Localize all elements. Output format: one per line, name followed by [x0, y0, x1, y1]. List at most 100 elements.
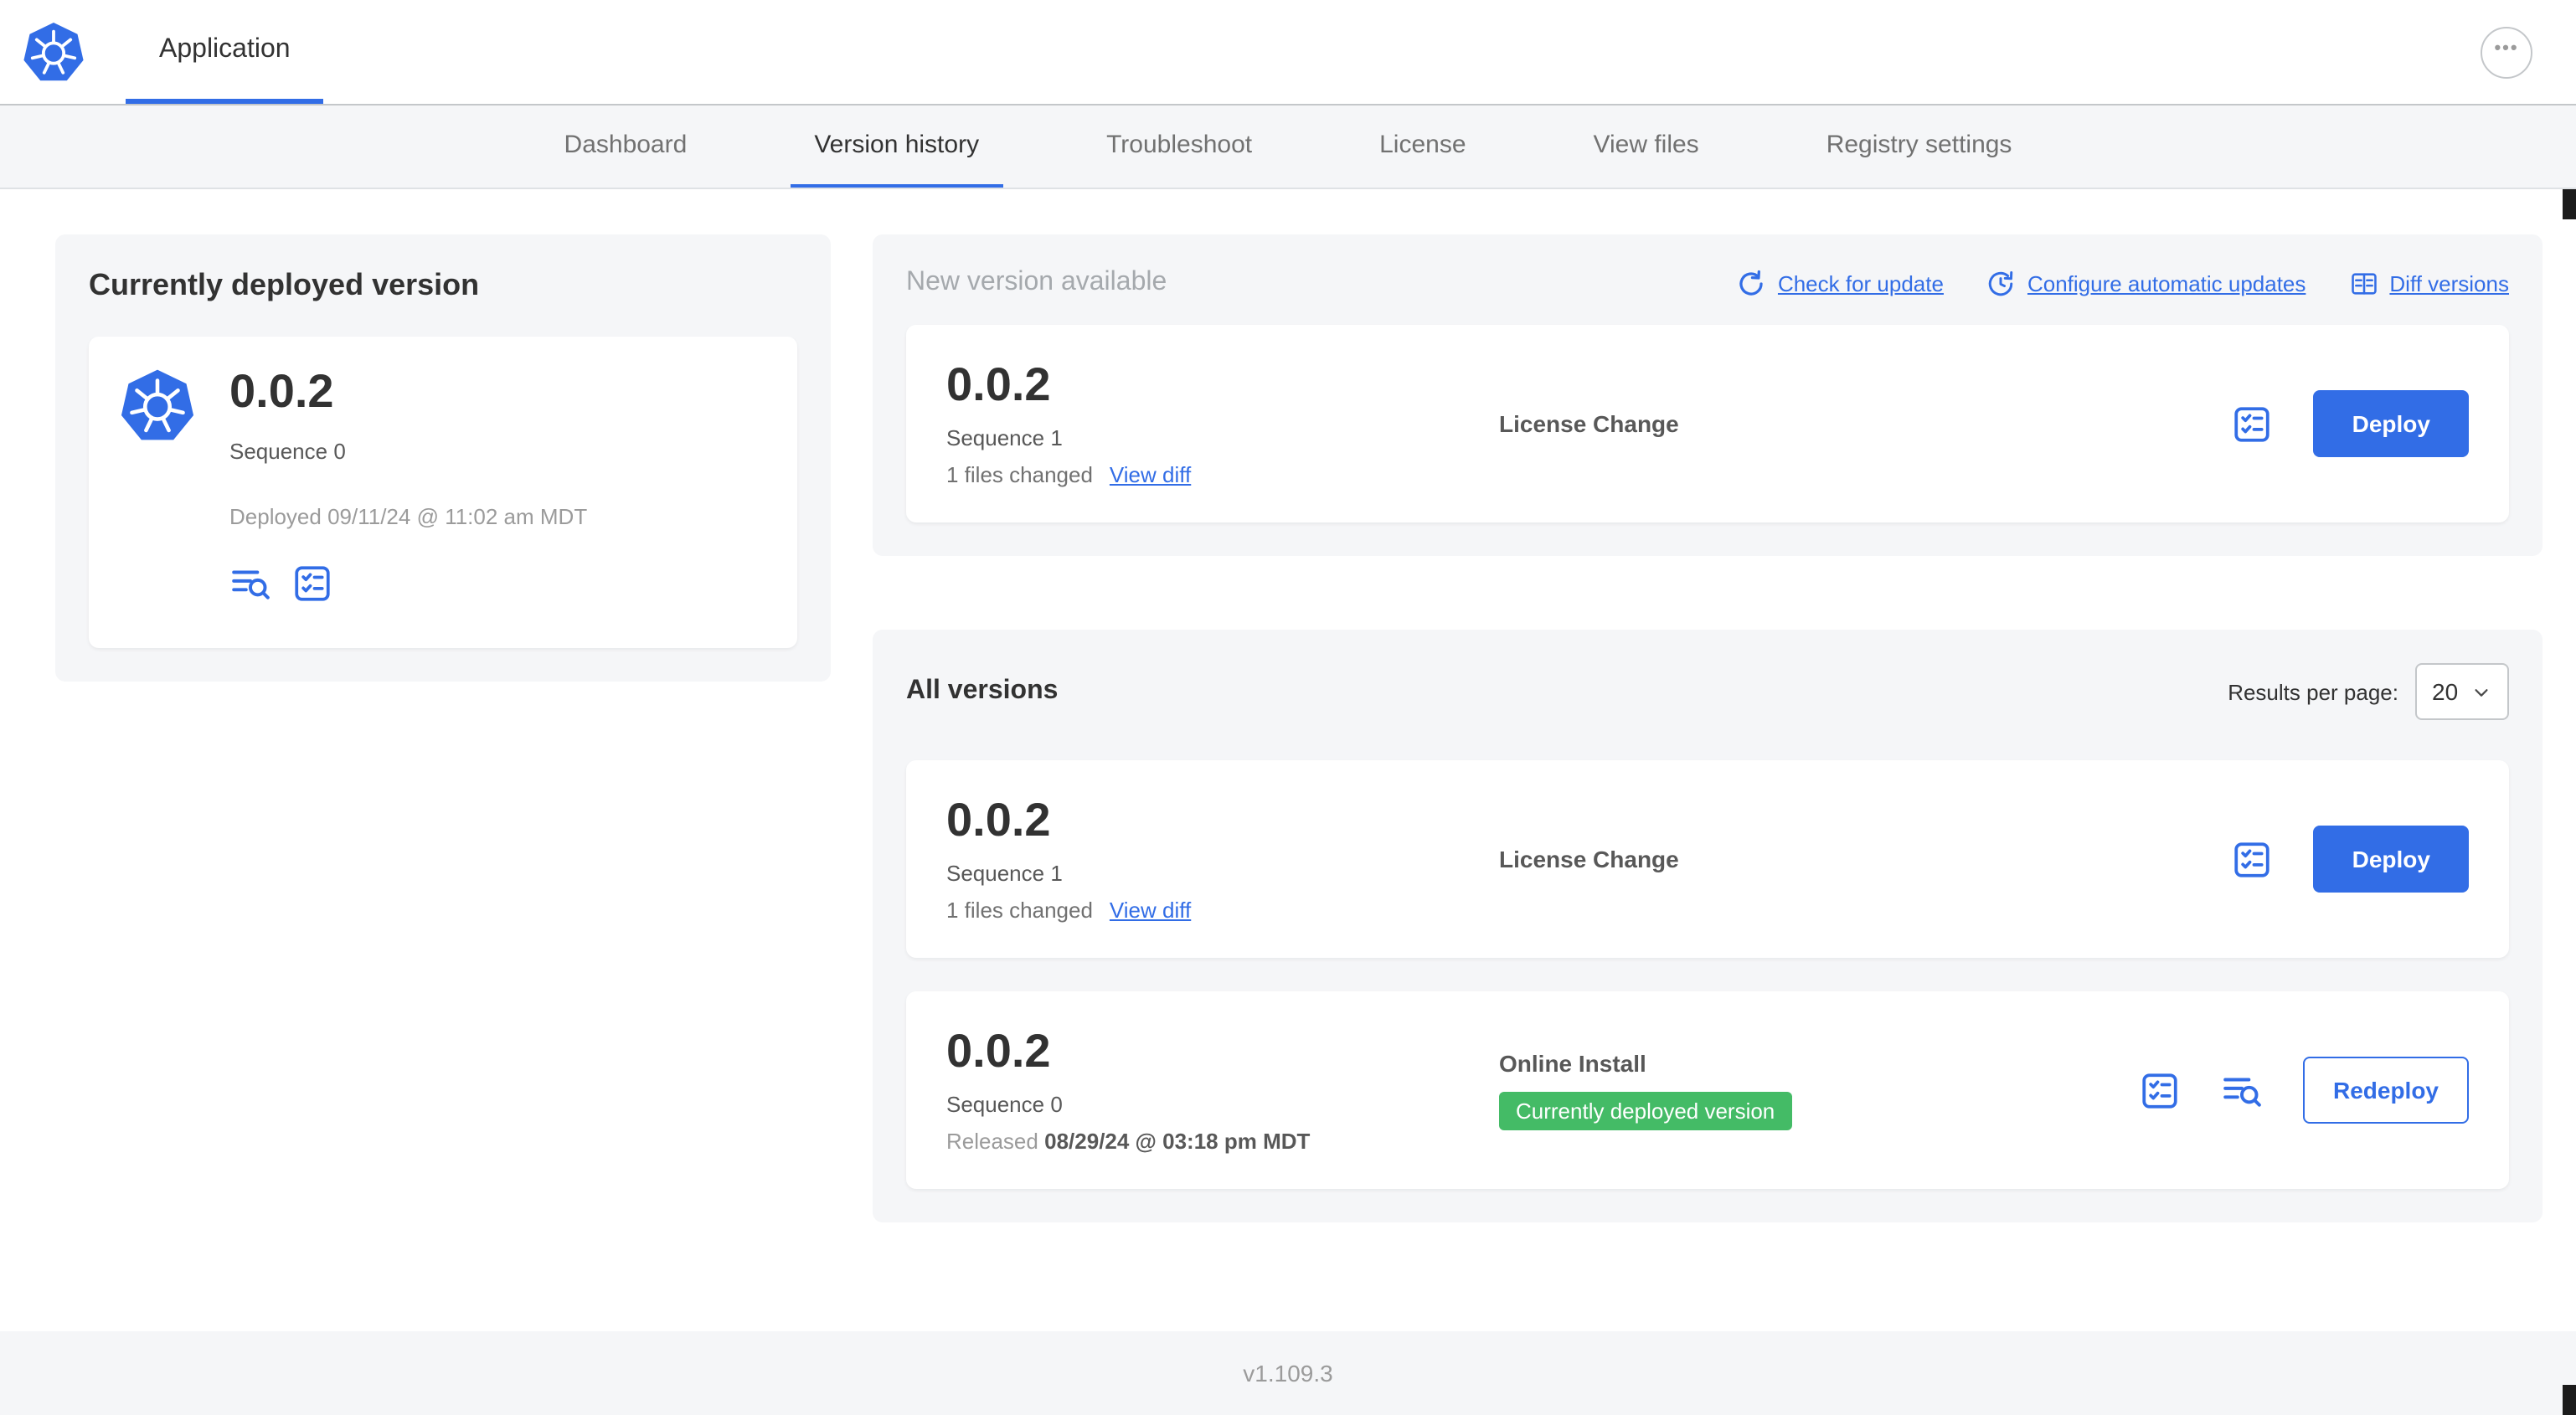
tab-label: License: [1379, 131, 1466, 159]
results-per-page-label: Results per page:: [2228, 679, 2398, 704]
scrollbar-thumb[interactable]: [2563, 1385, 2576, 1415]
version-actions: Deploy: [2232, 826, 2469, 893]
configure-automatic-updates-link[interactable]: Configure automatic updates: [1987, 269, 2306, 297]
right-column: New version available Check for update C…: [873, 234, 2543, 1222]
files-changed-line: 1 files changed View diff: [946, 463, 1499, 488]
version-actions: Redeploy: [2139, 1057, 2469, 1124]
checklist-icon: [291, 563, 333, 605]
current-version-number: 0.0.2: [229, 365, 334, 417]
version-sequence: Sequence 0: [946, 1092, 1063, 1118]
tab-label: Troubleshoot: [1106, 131, 1253, 159]
released-label: Released: [946, 1129, 1038, 1155]
version-sequence: Sequence 1: [946, 425, 1063, 451]
preflight-checks-button[interactable]: [2232, 838, 2274, 880]
currently-deployed-title: Currently deployed version: [89, 268, 480, 301]
current-sequence: Sequence 0: [229, 438, 346, 464]
released-date: 08/29/24 @ 03:18 pm MDT: [1044, 1129, 1311, 1155]
diff-versions-link[interactable]: Diff versions: [2349, 269, 2509, 297]
version-info: 0.0.2 Sequence 1 1 files changed View di…: [946, 358, 1499, 488]
deploy-button[interactable]: Deploy: [2313, 390, 2469, 457]
current-version-actions: [229, 563, 587, 605]
all-versions-panel: All versions Results per page: 20 0.0.2: [873, 630, 2543, 1222]
scrollbar-thumb[interactable]: [2563, 189, 2576, 219]
app-viewport: Application ••• Dashboard Version histor…: [0, 0, 2576, 1415]
deploy-logs-button[interactable]: [229, 563, 271, 605]
checklist-icon: [2232, 838, 2274, 880]
preflight-checks-button[interactable]: [2139, 1069, 2181, 1111]
all-versions-header: All versions Results per page: 20: [906, 663, 2509, 720]
logs-icon: [2221, 1069, 2263, 1111]
tab-troubleshoot[interactable]: Troubleshoot: [1083, 105, 1275, 188]
current-deployed-timestamp: Deployed 09/11/24 @ 11:02 am MDT: [229, 503, 588, 529]
link-label: Check for update: [1777, 270, 1944, 296]
results-per-page: Results per page: 20: [2228, 663, 2509, 720]
tab-label: View files: [1593, 131, 1699, 159]
app-logo: [0, 0, 85, 104]
version-number: 0.0.2: [946, 793, 1051, 846]
view-diff-link[interactable]: View diff: [1110, 898, 1191, 924]
version-row: 0.0.2 Sequence 1 1 files changed View di…: [906, 760, 2509, 958]
ellipsis-icon: •••: [2494, 38, 2519, 58]
new-version-panel: New version available Check for update C…: [873, 234, 2543, 556]
deploy-logs-button[interactable]: [2221, 1069, 2263, 1111]
preflight-checks-button[interactable]: [291, 563, 333, 605]
tab-application[interactable]: Application: [126, 0, 324, 104]
tab-label: Dashboard: [564, 131, 688, 159]
tab-view-files[interactable]: View files: [1570, 105, 1723, 188]
tab-label: Registry settings: [1826, 131, 2012, 159]
link-label: Configure automatic updates: [2027, 270, 2306, 296]
source-label: License Change: [1499, 410, 1679, 437]
main-content: Currently deployed version 0.0.2 Sequenc…: [0, 189, 2576, 1331]
console-version: v1.109.3: [1243, 1360, 1333, 1387]
currently-deployed-card: Currently deployed version 0.0.2 Sequenc…: [55, 234, 831, 682]
currently-deployed-badge: Currently deployed version: [1499, 1092, 1792, 1130]
kubernetes-app-icon: [119, 367, 196, 618]
tab-version-history[interactable]: Version history: [791, 105, 1003, 188]
version-info: 0.0.2 Sequence 0 Released 08/29/24 @ 03:…: [946, 1024, 1499, 1155]
chevron-down-icon: [2471, 682, 2490, 701]
version-number: 0.0.2: [946, 358, 1051, 410]
link-label: Diff versions: [2389, 270, 2509, 296]
logs-icon: [229, 563, 271, 605]
diff-icon: [2349, 269, 2378, 297]
version-source: Online Install Currently deployed versio…: [1499, 1050, 2139, 1130]
all-versions-rows: 0.0.2 Sequence 1 1 files changed View di…: [906, 760, 2509, 1189]
version-number: 0.0.2: [946, 1024, 1051, 1077]
current-version-info: 0.0.2 Sequence 0 Deployed 09/11/24 @ 11:…: [229, 365, 588, 618]
checklist-icon: [2232, 403, 2274, 445]
update-actions: Check for update Configure automatic upd…: [1738, 269, 2509, 297]
tab-license[interactable]: License: [1356, 105, 1489, 188]
version-sequence: Sequence 1: [946, 861, 1063, 887]
version-source: License Change: [1499, 846, 2232, 872]
redeploy-button[interactable]: Redeploy: [2302, 1057, 2469, 1124]
clock-arrow-icon: [1987, 269, 2016, 297]
kubernetes-logo-icon: [22, 20, 85, 84]
tab-dashboard[interactable]: Dashboard: [541, 105, 711, 188]
source-label: License Change: [1499, 846, 1679, 872]
footer: v1.109.3: [0, 1331, 2576, 1415]
tab-registry-settings[interactable]: Registry settings: [1803, 105, 2036, 188]
current-version-card: 0.0.2 Sequence 0 Deployed 09/11/24 @ 11:…: [89, 337, 797, 648]
overflow-menu-button[interactable]: •••: [2481, 26, 2532, 78]
files-changed-text: 1 files changed: [946, 462, 1093, 488]
preflight-checks-button[interactable]: [2232, 403, 2274, 445]
files-changed-text: 1 files changed: [946, 898, 1093, 924]
top-bar: Application •••: [0, 0, 2576, 105]
version-actions: Deploy: [2232, 390, 2469, 457]
version-row: 0.0.2 Sequence 0 Released 08/29/24 @ 03:…: [906, 991, 2509, 1189]
check-for-update-link[interactable]: Check for update: [1738, 269, 1944, 297]
results-per-page-select[interactable]: 20: [2415, 663, 2509, 720]
page-nav: Dashboard Version history Troubleshoot L…: [0, 105, 2576, 189]
deploy-button[interactable]: Deploy: [2313, 826, 2469, 893]
new-version-rows: 0.0.2 Sequence 1 1 files changed View di…: [906, 325, 2509, 522]
version-source: License Change: [1499, 410, 2232, 437]
app-tab-label: Application: [159, 34, 291, 63]
version-info: 0.0.2 Sequence 1 1 files changed View di…: [946, 793, 1499, 924]
selected-value: 20: [2432, 678, 2459, 705]
new-version-title: New version available: [906, 268, 1167, 296]
view-diff-link[interactable]: View diff: [1110, 463, 1191, 488]
tab-label: Version history: [814, 131, 980, 159]
source-label: Online Install: [1499, 1050, 1646, 1077]
released-line: Released 08/29/24 @ 03:18 pm MDT: [946, 1129, 1499, 1155]
all-versions-title: All versions: [906, 677, 1059, 705]
